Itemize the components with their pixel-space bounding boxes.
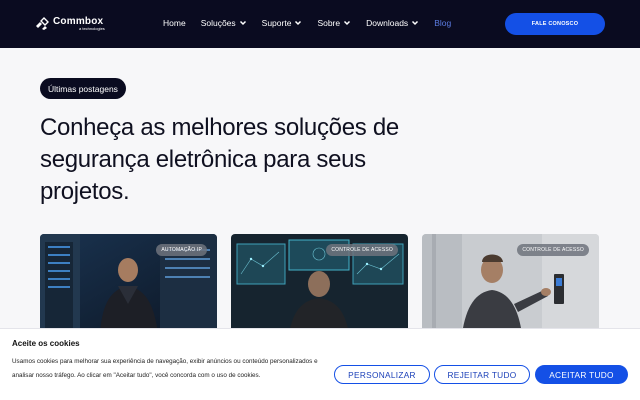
nav-suporte-label: Suporte xyxy=(261,18,292,28)
chevron-down-icon xyxy=(412,20,419,26)
cookie-title: Aceite os cookies xyxy=(12,339,80,348)
category-tag: CONTROLE DE ACESSO xyxy=(517,244,589,256)
nav-sobre[interactable]: Sobre xyxy=(317,18,351,28)
latest-posts-badge: Últimas postagens xyxy=(40,78,126,99)
page-title: Conheça as melhores soluções de seguranç… xyxy=(40,114,399,205)
nav-sobre-label: Sobre xyxy=(317,18,341,28)
post-card-automacao-ip[interactable]: AUTOMAÇÃO IP xyxy=(40,234,217,334)
main-nav: Home Soluções Suporte Sobre Downloads Bl… xyxy=(163,18,466,28)
category-tag: AUTOMAÇÃO IP xyxy=(156,244,207,256)
nav-blog[interactable]: Blog xyxy=(434,18,451,28)
nav-home-label: Home xyxy=(163,18,186,28)
logo[interactable]: Commbox a technologies xyxy=(35,15,105,33)
post-card-controle-acesso-1[interactable]: CONTROLE DE ACESSO xyxy=(231,234,408,334)
logo-subtext: a technologies xyxy=(79,26,105,31)
contact-button[interactable]: FALE CONOSCO xyxy=(505,13,605,35)
chevron-down-icon xyxy=(239,20,246,26)
customize-cookies-button[interactable]: PERSONALIZAR xyxy=(334,365,430,384)
accept-cookies-button[interactable]: ACEITAR TUDO xyxy=(535,365,628,384)
logo-mark-icon xyxy=(35,17,49,31)
post-card-controle-acesso-2[interactable]: CONTROLE DE ACESSO xyxy=(422,234,599,334)
nav-suporte[interactable]: Suporte xyxy=(262,18,303,28)
cookie-banner: Aceite os cookies Usamos cookies para me… xyxy=(0,328,640,400)
nav-solucoes[interactable]: Soluções xyxy=(201,18,247,28)
site-header: Commbox a technologies Home Soluções Sup… xyxy=(0,0,640,48)
nav-downloads-label: Downloads xyxy=(366,18,409,28)
category-tag: CONTROLE DE ACESSO xyxy=(326,244,398,256)
nav-home[interactable]: Home xyxy=(163,18,186,28)
chevron-down-icon xyxy=(344,20,351,26)
nav-solucoes-label: Soluções xyxy=(200,18,236,28)
nav-blog-label: Blog xyxy=(434,18,452,28)
reject-cookies-button[interactable]: REJEITAR TUDO xyxy=(434,365,530,384)
chevron-down-icon xyxy=(295,20,302,26)
cookie-description: Usamos cookies para melhorar sua experiê… xyxy=(12,358,318,379)
nav-downloads[interactable]: Downloads xyxy=(366,18,419,28)
